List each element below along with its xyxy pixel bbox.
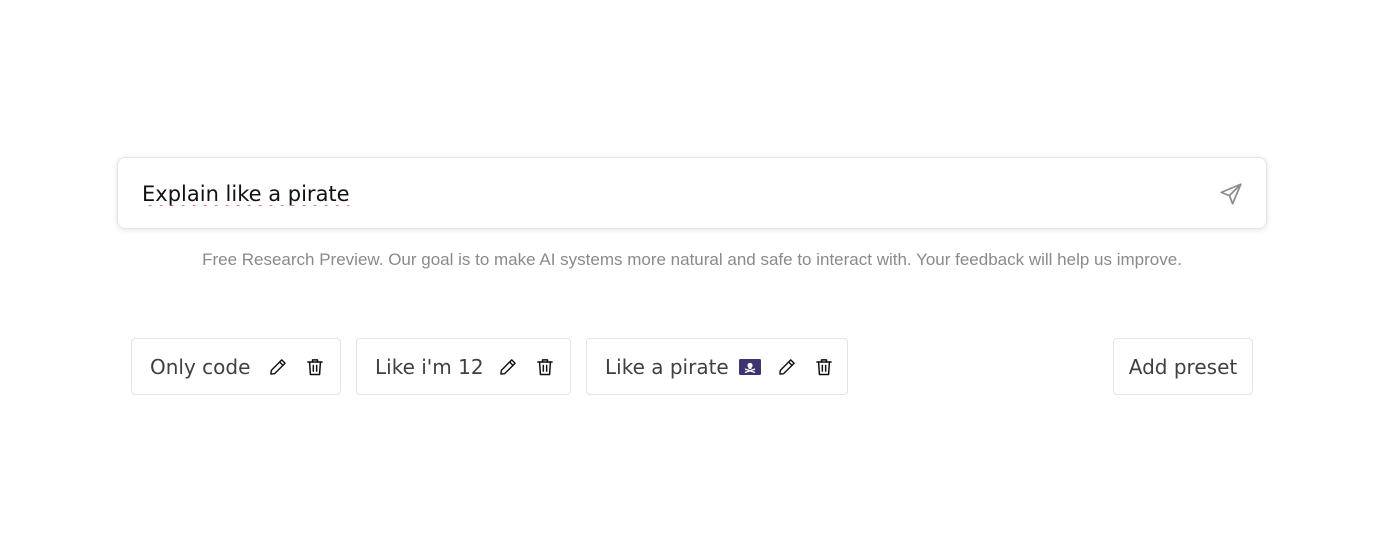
page: Free Research Preview. Our goal is to ma… xyxy=(0,0,1400,560)
trash-icon[interactable] xyxy=(814,356,834,378)
edit-icon[interactable] xyxy=(498,356,518,378)
prompt-box xyxy=(117,157,1267,229)
prompt-input[interactable] xyxy=(142,180,1182,208)
send-icon[interactable] xyxy=(1218,181,1244,207)
edit-icon[interactable] xyxy=(777,356,797,378)
pirate-flag-icon xyxy=(738,358,761,375)
trash-icon[interactable] xyxy=(535,356,555,378)
edit-icon[interactable] xyxy=(268,356,288,378)
preset-like-pirate[interactable]: Like a pirate xyxy=(586,338,848,395)
trash-icon[interactable] xyxy=(305,356,325,378)
add-preset-label: Add preset xyxy=(1128,354,1238,379)
preset-like-12[interactable]: Like i'm 12 xyxy=(356,338,571,395)
disclaimer-text: Free Research Preview. Our goal is to ma… xyxy=(202,250,1182,269)
preset-only-code[interactable]: Only code xyxy=(131,338,341,395)
preset-label: Like a pirate xyxy=(605,354,729,379)
preset-label: Only code xyxy=(150,354,251,379)
preset-label: Like i'm 12 xyxy=(375,354,484,379)
add-preset-button[interactable]: Add preset xyxy=(1113,338,1253,395)
